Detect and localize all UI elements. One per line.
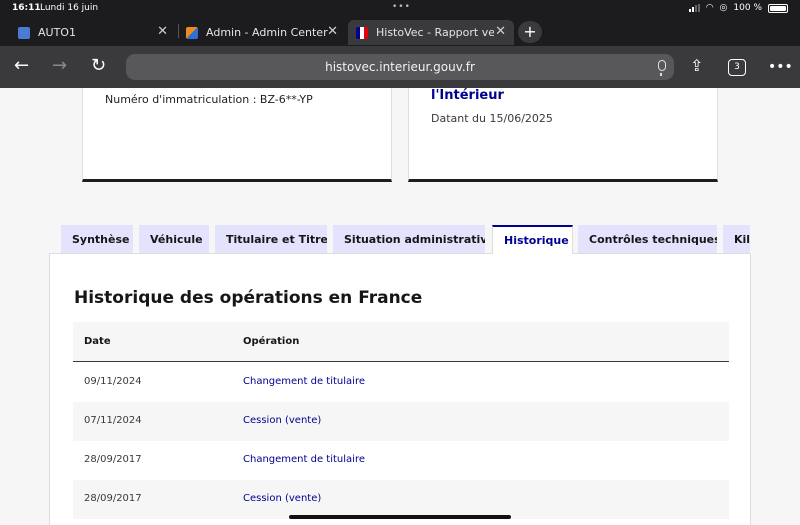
- cellular-signal-icon: [688, 4, 700, 12]
- close-tab-icon[interactable]: ✕: [495, 24, 506, 39]
- table-header: Date Opération: [73, 322, 729, 362]
- tab-situation-administrative[interactable]: Situation administrative: [333, 225, 485, 253]
- browser-tab-title: Admin - Admin Center: [206, 26, 328, 39]
- admin-center-favicon-icon: [186, 26, 198, 39]
- battery-percentage: 100 %: [733, 3, 762, 13]
- more-menu-icon[interactable]: •••: [768, 57, 793, 77]
- tab-kilometrage[interactable]: Kilo: [723, 225, 750, 253]
- row-operation: Changement de titulaire: [243, 376, 365, 387]
- close-tab-icon[interactable]: ✕: [327, 24, 338, 39]
- browser-tab-auto1[interactable]: AUTO1 ✕: [18, 20, 176, 45]
- web-page: Numéro d'immatriculation : BZ-6**-YP l'I…: [0, 88, 800, 525]
- row-date: 28/09/2017: [84, 493, 142, 504]
- column-header-date: Date: [84, 336, 111, 347]
- tab-synthese[interactable]: Synthèse: [61, 225, 133, 253]
- row-date: 09/11/2024: [84, 376, 142, 387]
- address-bar[interactable]: histovec.interieur.gouv.fr: [126, 54, 674, 80]
- tab-separator: [178, 24, 179, 38]
- row-date: 28/09/2017: [84, 454, 142, 465]
- vehicle-card: Numéro d'immatriculation : BZ-6**-YP: [82, 88, 392, 182]
- auto1-favicon-icon: [18, 26, 30, 39]
- browser-tab-admin-center[interactable]: Admin - Admin Center ✕: [186, 20, 346, 45]
- report-date: Datant du 15/06/2025: [431, 112, 553, 125]
- table-row: 28/09/2017 Cession (vente): [73, 480, 729, 519]
- row-operation: Changement de titulaire: [243, 454, 365, 465]
- close-tab-icon[interactable]: ✕: [157, 24, 168, 39]
- browser-tab-histovec[interactable]: HistoVec - Rapport vendeur ✕: [348, 20, 514, 45]
- tab-count-button[interactable]: 3: [728, 59, 746, 76]
- reload-icon[interactable]: ↻: [91, 56, 106, 76]
- url-text: histovec.interieur.gouv.fr: [325, 60, 475, 74]
- tab-titulaire-et-titre[interactable]: Titulaire et Titre: [215, 225, 327, 253]
- wifi-icon: ◠: [705, 3, 714, 13]
- issuing-authority: l'Intérieur: [431, 88, 504, 103]
- browser-tab-title: AUTO1: [38, 26, 76, 39]
- browser-tab-title: HistoVec - Rapport vendeur: [376, 26, 494, 39]
- registration-number: Numéro d'immatriculation : BZ-6**-YP: [105, 93, 313, 106]
- forward-arrow-icon[interactable]: →: [52, 56, 67, 76]
- column-header-operation: Opération: [243, 336, 300, 347]
- tab-controles-techniques[interactable]: Contrôles techniques: [578, 225, 717, 253]
- home-indicator[interactable]: [289, 515, 511, 519]
- tab-vehicule[interactable]: Véhicule: [139, 225, 209, 253]
- table-row: 28/09/2017 Changement de titulaire: [73, 441, 729, 480]
- browser-tab-strip: AUTO1 ✕ Admin - Admin Center ✕ HistoVec …: [0, 18, 800, 46]
- status-bar: 16:11 Lundi 16 juin ••• ◠ ◎ 100 %: [0, 0, 800, 18]
- browser-toolbar: ← → ↻ histovec.interieur.gouv.fr ⇪ 3 •••: [0, 46, 800, 88]
- report-source-card: l'Intérieur Datant du 15/06/2025: [408, 88, 718, 182]
- status-date: Lundi 16 juin: [40, 3, 99, 13]
- histovec-favicon-icon: [356, 26, 368, 39]
- row-date: 07/11/2024: [84, 415, 142, 426]
- new-tab-button[interactable]: +: [518, 21, 542, 43]
- microphone-icon[interactable]: [658, 60, 666, 76]
- table-row: 07/11/2024 Cession (vente): [73, 402, 729, 441]
- row-operation: Cession (vente): [243, 415, 322, 426]
- section-title: Historique des opérations en France: [74, 288, 423, 308]
- battery-icon: [768, 3, 788, 13]
- table-row: 09/11/2024 Changement de titulaire: [73, 363, 729, 402]
- back-arrow-icon[interactable]: ←: [14, 56, 29, 76]
- share-icon[interactable]: ⇪: [690, 56, 703, 76]
- orientation-lock-icon: ◎: [719, 3, 728, 13]
- status-time: 16:11: [12, 3, 41, 13]
- row-operation: Cession (vente): [243, 493, 322, 504]
- tab-historique[interactable]: Historique: [492, 225, 573, 254]
- history-panel: Historique des opérations en France Date…: [49, 253, 751, 525]
- multitasking-dots-icon[interactable]: •••: [392, 2, 411, 12]
